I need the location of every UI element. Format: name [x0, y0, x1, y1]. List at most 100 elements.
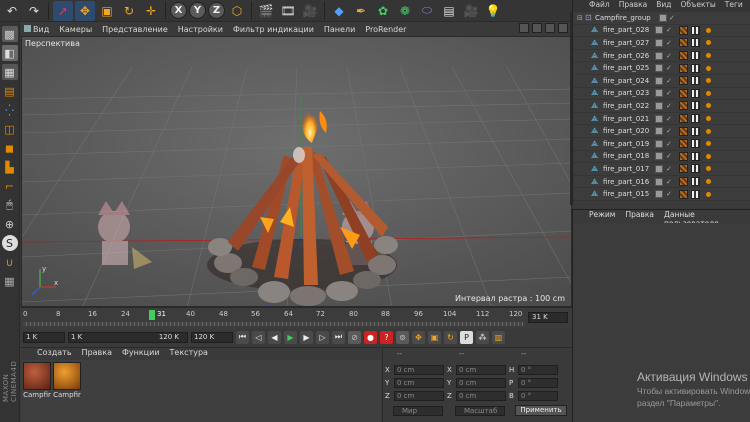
size-z-field[interactable]: 0 cm [456, 391, 506, 401]
selection-tag-icon[interactable] [706, 191, 711, 197]
enabled-check-icon[interactable]: ✓ [666, 140, 673, 148]
points-mode-icon[interactable]: ⁛ [2, 102, 18, 118]
visibility-toggle[interactable] [655, 89, 663, 98]
texture-tag-icon[interactable] [679, 189, 688, 199]
visibility-toggle[interactable] [655, 101, 663, 110]
selection-tag-icon[interactable] [706, 153, 711, 159]
timeline-ruler[interactable]: 0 8 16 24 31 40 48 56 64 72 80 88 96 104… [21, 307, 572, 329]
object-row[interactable]: ⟁ fire_part_021 ✓ [573, 113, 750, 126]
tweak-mode-icon[interactable]: 🖱 [2, 197, 18, 213]
rotate-tool-icon[interactable]: ↻ [119, 1, 139, 21]
render-picture-viewer-icon[interactable]: 🎞 [278, 1, 298, 21]
visibility-toggle[interactable] [655, 164, 663, 173]
phong-tag-icon[interactable] [691, 63, 700, 73]
z-axis-lock-icon[interactable]: Z [208, 2, 225, 19]
viewport-menu-view[interactable]: Вид [24, 24, 49, 34]
record-active-icon[interactable]: ● [364, 330, 377, 344]
collapse-icon[interactable]: ⊟ [577, 14, 583, 22]
attributes-menu-userdata[interactable]: Данные пользователя [664, 210, 750, 228]
light-icon[interactable]: 💡 [483, 1, 503, 21]
select-tool-icon[interactable]: ➚ [53, 0, 73, 21]
texture-tag-icon[interactable] [679, 38, 688, 48]
cube-object-icon[interactable]: ◆ [329, 1, 349, 21]
play-icon[interactable]: ▶ [284, 330, 297, 344]
phong-tag-icon[interactable] [691, 126, 700, 136]
position-z-field[interactable]: 0 cm [394, 391, 444, 401]
floor-icon[interactable]: ▤ [439, 1, 459, 21]
object-row[interactable]: ⟁ fire_part_027 ✓ [573, 37, 750, 50]
maximize-icon[interactable] [558, 23, 568, 33]
selection-tag-icon[interactable] [706, 166, 711, 172]
phong-tag-icon[interactable] [691, 139, 700, 149]
phong-tag-icon[interactable] [691, 88, 700, 98]
snap-icon[interactable]: ⊕ [2, 216, 18, 232]
enabled-check-icon[interactable]: ✓ [666, 77, 673, 85]
enabled-check-icon[interactable]: ✓ [666, 115, 673, 123]
texture-mode-icon[interactable]: ▦ [1, 64, 18, 80]
texture-tag-icon[interactable] [679, 114, 688, 124]
viewport-menu-options[interactable]: Настройки [178, 25, 223, 34]
axis-mode-icon[interactable]: ⌐ [2, 178, 18, 194]
model-mode-icon[interactable]: ◧ [1, 45, 18, 61]
rotation-h-field[interactable]: 0 ° [518, 365, 558, 375]
prev-key-icon[interactable]: ◁ [252, 330, 265, 344]
orbit-icon[interactable] [545, 23, 555, 33]
playhead-marker[interactable] [149, 310, 155, 320]
texture-tag-icon[interactable] [679, 177, 688, 187]
workplane-icon[interactable]: ▤ [2, 83, 18, 99]
enabled-check-icon[interactable]: ✓ [666, 64, 673, 72]
phong-tag-icon[interactable] [691, 177, 700, 187]
object-row[interactable]: ⟁ fire_part_025 ✓ [573, 62, 750, 75]
texture-tag-icon[interactable] [679, 25, 688, 35]
render-settings-icon[interactable]: 🎥 [300, 1, 320, 21]
prev-frame-icon[interactable]: ◀ [268, 330, 281, 344]
object-row[interactable]: ⟁ fire_part_016 ✓ [573, 176, 750, 189]
object-menu-file[interactable]: Файл [589, 0, 610, 12]
uv-mode-icon[interactable]: ▙ [2, 159, 18, 175]
enabled-check-icon[interactable]: ✓ [666, 102, 673, 110]
timeline-window-icon[interactable]: ▥ [492, 330, 505, 344]
enabled-check-icon[interactable]: ✓ [669, 14, 676, 22]
next-frame-icon[interactable]: ▶ [300, 330, 313, 344]
object-menu-objects[interactable]: Объекты [681, 0, 716, 12]
attributes-menu-mode[interactable]: Режим [589, 210, 615, 223]
texture-tag-icon[interactable] [679, 101, 688, 111]
selection-tag-icon[interactable] [706, 53, 711, 59]
preview-range-slider[interactable]: 1 K 120 K [68, 331, 188, 343]
attributes-menu-edit[interactable]: Правка [625, 210, 654, 223]
selection-tag-icon[interactable] [706, 40, 711, 46]
selection-tag-icon[interactable] [706, 179, 711, 185]
size-y-field[interactable]: 0 cm [456, 378, 506, 388]
camera-icon[interactable]: 🎥 [461, 1, 481, 21]
phong-tag-icon[interactable] [691, 25, 700, 35]
visibility-toggle[interactable] [655, 127, 663, 136]
live-selection-icon[interactable]: ✛ [141, 1, 161, 21]
object-menu-tags[interactable]: Теги [725, 0, 743, 12]
viewport-menu-panel[interactable]: Панели [324, 25, 355, 34]
selection-tag-icon[interactable] [706, 65, 711, 71]
rotation-b-field[interactable]: 0 ° [518, 391, 558, 401]
object-row[interactable]: ⟁ fire_part_020 ✓ [573, 125, 750, 138]
perspective-viewport[interactable]: y x Перспектива Интервал растра : 100 cm [21, 36, 572, 307]
render-view-icon[interactable]: 🎬 [256, 1, 276, 21]
object-row[interactable]: ⟁ fire_part_024 ✓ [573, 75, 750, 88]
object-row-group[interactable]: ⊟ ⊡ Campfire_group ✓ [573, 12, 750, 25]
coordinate-mode-dropdown[interactable]: Мир [393, 406, 443, 416]
next-key-icon[interactable]: ▷ [316, 330, 329, 344]
texture-tag-icon[interactable] [679, 139, 688, 149]
enabled-check-icon[interactable]: ✓ [666, 165, 673, 173]
keyframe-selection-icon[interactable]: ⊚ [396, 330, 409, 344]
material-menu-edit[interactable]: Правка [82, 348, 112, 360]
selection-tag-icon[interactable] [706, 128, 711, 134]
enabled-check-icon[interactable]: ✓ [666, 52, 673, 60]
material-swatch[interactable]: Campfir [53, 362, 81, 402]
enabled-check-icon[interactable]: ✓ [666, 152, 673, 160]
object-row[interactable]: ⟁ fire_part_023 ✓ [573, 88, 750, 101]
x-axis-lock-icon[interactable]: X [170, 2, 187, 19]
material-menu-function[interactable]: Функции [122, 348, 160, 360]
object-row[interactable]: ⟁ fire_part_026 ✓ [573, 50, 750, 63]
visibility-toggle[interactable] [655, 26, 663, 35]
zoom-icon[interactable] [532, 23, 542, 33]
undo-icon[interactable]: ↶ [2, 1, 22, 21]
selection-tag-icon[interactable] [706, 141, 711, 147]
